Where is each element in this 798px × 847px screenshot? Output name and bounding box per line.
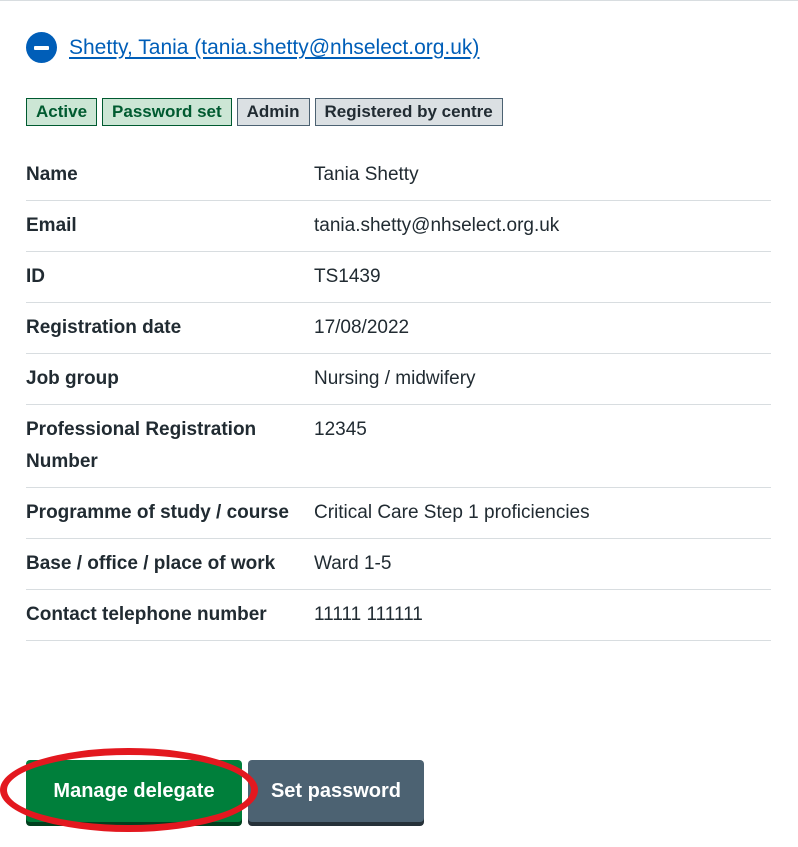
detail-value: 12345 (314, 419, 367, 440)
detail-key: Name (26, 164, 78, 185)
detail-key: ID (26, 266, 45, 287)
top-divider (0, 0, 798, 1)
detail-row-programme-of-study: Programme of study / course Critical Car… (26, 488, 771, 539)
detail-key: Base / office / place of work (26, 553, 276, 574)
detail-row-contact-telephone: Contact telephone number 11111 111111 (26, 590, 771, 641)
detail-value: 17/08/2022 (314, 317, 410, 338)
detail-row-name: Name Tania Shetty (26, 150, 771, 201)
detail-value: Nursing / midwifery (314, 368, 476, 389)
detail-row-professional-registration-number: Professional Registration Number 12345 (26, 405, 771, 488)
detail-row-id: ID TS1439 (26, 252, 771, 303)
detail-key: Registration date (26, 317, 182, 338)
detail-value: TS1439 (314, 266, 381, 287)
tag-admin: Admin (236, 98, 310, 126)
detail-key: Professional Registration Number (26, 419, 257, 472)
detail-row-base-office: Base / office / place of work Ward 1-5 (26, 539, 771, 590)
tag-password-set: Password set (102, 98, 232, 126)
detail-row-registration-date: Registration date 17/08/2022 (26, 303, 771, 354)
delegate-summary[interactable]: Shetty, Tania (tania.shetty@nhselect.org… (26, 32, 479, 63)
detail-value: Critical Care Step 1 proficiencies (314, 502, 590, 523)
tag-active: Active (26, 98, 98, 126)
detail-key: Contact telephone number (26, 604, 267, 625)
detail-row-email: Email tania.shetty@nhselect.org.uk (26, 201, 771, 252)
detail-value: 11111 111111 (314, 604, 423, 625)
action-buttons: Manage delegate Set password (26, 760, 424, 822)
tag-registered-by-centre: Registered by centre (314, 98, 503, 126)
detail-key: Email (26, 215, 77, 236)
detail-value: tania.shetty@nhselect.org.uk (314, 215, 560, 236)
detail-row-job-group: Job group Nursing / midwifery (26, 354, 771, 405)
delegate-expander-link[interactable]: Shetty, Tania (tania.shetty@nhselect.org… (69, 36, 479, 60)
minus-circle-icon[interactable] (26, 32, 57, 63)
detail-value: Tania Shetty (314, 164, 419, 185)
detail-key: Job group (26, 368, 119, 389)
detail-value: Ward 1-5 (314, 553, 392, 574)
status-tags: Active Password set Admin Registered by … (26, 98, 508, 126)
delegate-details-list: Name Tania Shetty Email tania.shetty@nhs… (26, 150, 771, 641)
detail-key: Programme of study / course (26, 502, 289, 523)
delegate-card: Shetty, Tania (tania.shetty@nhselect.org… (0, 0, 798, 847)
set-password-button[interactable]: Set password (248, 760, 424, 822)
manage-delegate-button[interactable]: Manage delegate (26, 760, 242, 822)
